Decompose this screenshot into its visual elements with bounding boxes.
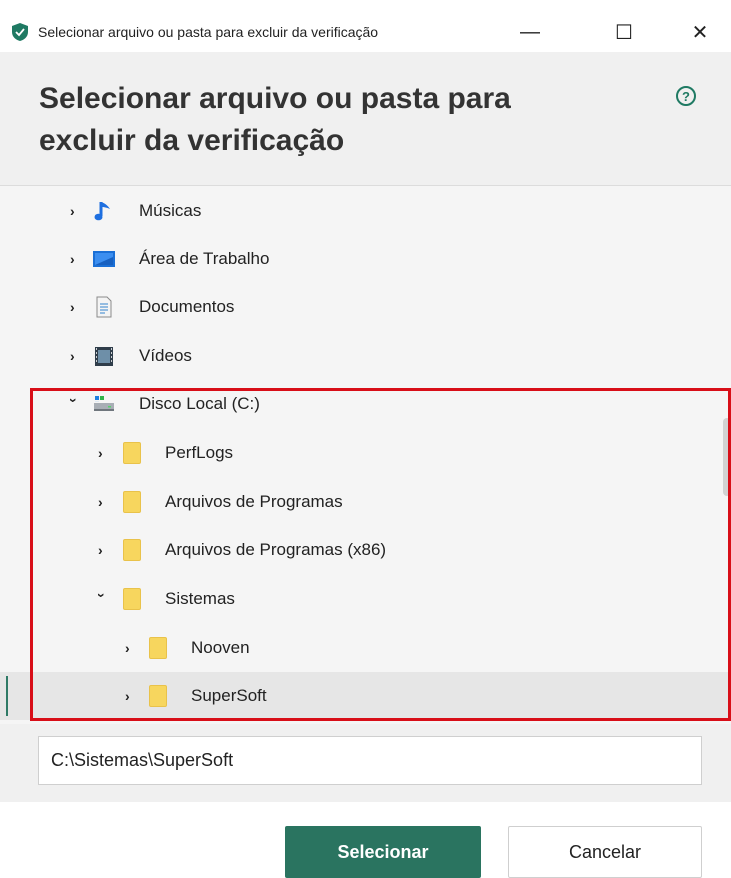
cancel-button[interactable]: Cancelar: [508, 826, 702, 878]
tree-item-label: PerfLogs: [165, 442, 233, 464]
chevron-right-icon[interactable]: ›: [98, 492, 110, 512]
tree-item-perflogs[interactable]: › PerfLogs: [0, 429, 729, 477]
minimize-icon: —: [520, 21, 540, 44]
tree-item-label: Documentos: [139, 296, 234, 318]
tree-item-label: Vídeos: [139, 345, 192, 367]
path-input[interactable]: [38, 736, 702, 785]
window-title: Selecionar arquivo ou pasta para excluir…: [38, 24, 378, 40]
help-icon: ?: [682, 89, 690, 104]
dialog-header: Selecionar arquivo ou pasta para excluir…: [0, 52, 731, 186]
path-bar: [0, 724, 731, 802]
folder-icon: [123, 491, 141, 513]
tree-item-arquivos-de-programas-x86[interactable]: › Arquivos de Programas (x86): [0, 526, 729, 574]
folder-icon: [123, 539, 141, 561]
minimize-button[interactable]: —: [502, 12, 558, 52]
top-strip: [0, 0, 731, 6]
kaspersky-shield-icon: [10, 22, 30, 42]
tree-item-label: Arquivos de Programas: [165, 491, 343, 513]
chevron-right-icon[interactable]: ›: [125, 638, 137, 658]
folder-tree[interactable]: › Músicas › Área de Trabalho › Documento…: [0, 186, 731, 724]
close-button[interactable]: ✕: [672, 12, 728, 52]
folder-icon: [149, 685, 167, 707]
tree-item-nooven[interactable]: › Nooven: [0, 624, 729, 672]
tree-item-label: Disco Local (C:): [139, 393, 260, 415]
chevron-right-icon[interactable]: ›: [70, 346, 82, 366]
maximize-icon: ☐: [615, 20, 633, 45]
video-icon: [92, 344, 116, 368]
tree-item-sistemas[interactable]: › Sistemas: [0, 575, 729, 623]
select-button[interactable]: Selecionar: [285, 826, 481, 878]
maximize-button[interactable]: ☐: [596, 12, 652, 52]
close-icon: ✕: [692, 20, 709, 45]
tree-item-area-de-trabalho[interactable]: › Área de Trabalho: [0, 235, 729, 283]
tree-item-disco-local[interactable]: › Disco Local (C:): [0, 380, 729, 428]
drive-icon: [92, 392, 116, 416]
tree-item-label: SuperSoft: [191, 685, 267, 707]
chevron-down-icon[interactable]: ›: [92, 593, 112, 605]
desktop-icon: [92, 247, 116, 271]
music-note-icon: [92, 199, 116, 223]
chevron-right-icon[interactable]: ›: [70, 297, 82, 317]
chevron-right-icon[interactable]: ›: [70, 249, 82, 269]
tree-item-arquivos-de-programas[interactable]: › Arquivos de Programas: [0, 478, 729, 526]
chevron-right-icon[interactable]: ›: [125, 686, 137, 706]
tree-item-videos[interactable]: › Vídeos: [0, 332, 729, 380]
tree-item-musicas[interactable]: › Músicas: [0, 187, 729, 235]
tree-item-label: Área de Trabalho: [139, 248, 269, 270]
page-title: Selecionar arquivo ou pasta para excluir…: [39, 78, 599, 162]
folder-icon: [123, 588, 141, 610]
help-button[interactable]: ?: [676, 86, 696, 106]
tree-item-documentos[interactable]: › Documentos: [0, 283, 729, 331]
tree-item-label: Sistemas: [165, 588, 235, 610]
tree-item-label: Nooven: [191, 637, 250, 659]
folder-icon: [149, 637, 167, 659]
chevron-right-icon[interactable]: ›: [70, 201, 82, 221]
document-icon: [92, 295, 116, 319]
chevron-right-icon[interactable]: ›: [98, 540, 110, 560]
tree-item-supersoft[interactable]: › SuperSoft: [0, 672, 729, 720]
chevron-down-icon[interactable]: ›: [64, 398, 84, 410]
title-bar: Selecionar arquivo ou pasta para excluir…: [0, 12, 731, 52]
chevron-right-icon[interactable]: ›: [98, 443, 110, 463]
tree-item-label: Arquivos de Programas (x86): [165, 539, 386, 561]
folder-icon: [123, 442, 141, 464]
tree-item-label: Músicas: [139, 200, 201, 222]
